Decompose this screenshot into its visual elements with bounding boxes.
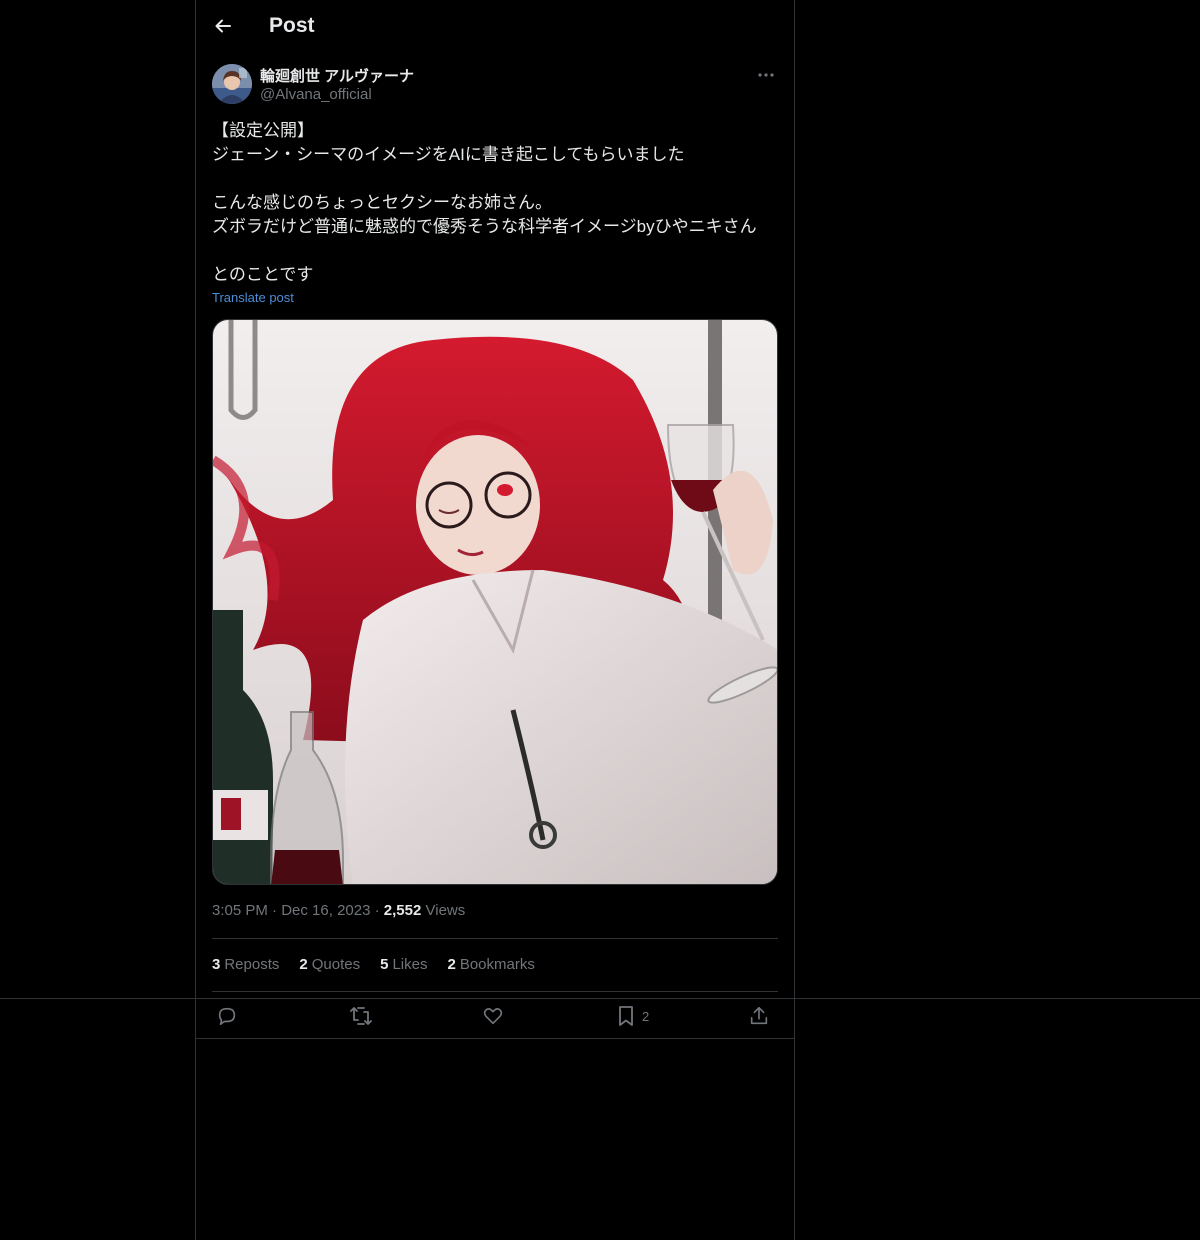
quotes-label: Quotes [311, 956, 361, 973]
reposts-stat[interactable]: 3 Reposts [212, 956, 279, 973]
bookmark-icon [619, 1006, 633, 1026]
reply-icon [218, 1007, 236, 1026]
action-bar: 2 [212, 1002, 778, 1030]
bookmark-count: 2 [642, 1008, 650, 1024]
post-text: 【設定公開】 ジェーン・シーマのイメージをAIに書き起こしてもらいました こんな… [212, 121, 757, 284]
header: Post [196, 0, 794, 54]
bookmarks-label: Bookmarks [459, 956, 535, 973]
share-icon [750, 1006, 768, 1025]
post-date[interactable]: Dec 16, 2023 [281, 902, 370, 919]
translate-post-link[interactable]: Translate post [212, 290, 294, 305]
likes-stat[interactable]: 5 Likes [380, 956, 427, 973]
divider [212, 938, 778, 939]
page-title: Post [269, 14, 315, 37]
bookmark-button[interactable]: 2 [616, 1002, 649, 1030]
illustration [213, 320, 777, 884]
engagement-stats: 3 Reposts 2 Quotes 5 Likes 2 Bookmarks [212, 956, 535, 973]
likes-count: 5 [380, 956, 389, 973]
quotes-count: 2 [299, 956, 308, 973]
bookmarks-count: 2 [447, 956, 456, 973]
separator-dot: · [272, 902, 282, 919]
separator-dot: · [374, 902, 384, 919]
reposts-count: 3 [212, 956, 221, 973]
avatar-image [212, 64, 252, 104]
share-button[interactable] [748, 1002, 770, 1030]
reply-button[interactable] [216, 1002, 238, 1030]
heart-icon [483, 1008, 503, 1025]
quotes-stat[interactable]: 2 Quotes [299, 956, 360, 973]
divider [212, 991, 778, 992]
arrow-left-icon [215, 19, 231, 33]
author-row: 輪廻創世 アルヴァーナ @Alvana_official [212, 64, 778, 106]
back-button[interactable] [206, 9, 240, 43]
like-button[interactable] [482, 1002, 504, 1030]
display-name[interactable]: 輪廻創世 アルヴァーナ [260, 65, 414, 86]
more-options-button[interactable] [754, 64, 778, 86]
views-label: Views [425, 902, 466, 919]
views-count: 2,552 [383, 902, 422, 919]
divider [196, 1038, 794, 1039]
avatar[interactable] [212, 64, 252, 104]
bookmarks-stat: 2 Bookmarks [447, 956, 534, 973]
post-image[interactable] [212, 319, 778, 885]
post-column: Post 輪廻創世 アルヴァーナ @Alvana_official 【設定公開】… [195, 0, 795, 1240]
more-icon [758, 73, 774, 77]
post-meta: 3:05 PM · Dec 16, 2023 · 2,552 Views [212, 902, 465, 919]
repost-icon [350, 1007, 372, 1025]
reposts-label: Reposts [224, 956, 280, 973]
post-time[interactable]: 3:05 PM [212, 902, 268, 919]
likes-label: Likes [392, 956, 428, 973]
repost-button[interactable] [349, 1002, 373, 1030]
user-handle[interactable]: @Alvana_official [260, 86, 372, 103]
